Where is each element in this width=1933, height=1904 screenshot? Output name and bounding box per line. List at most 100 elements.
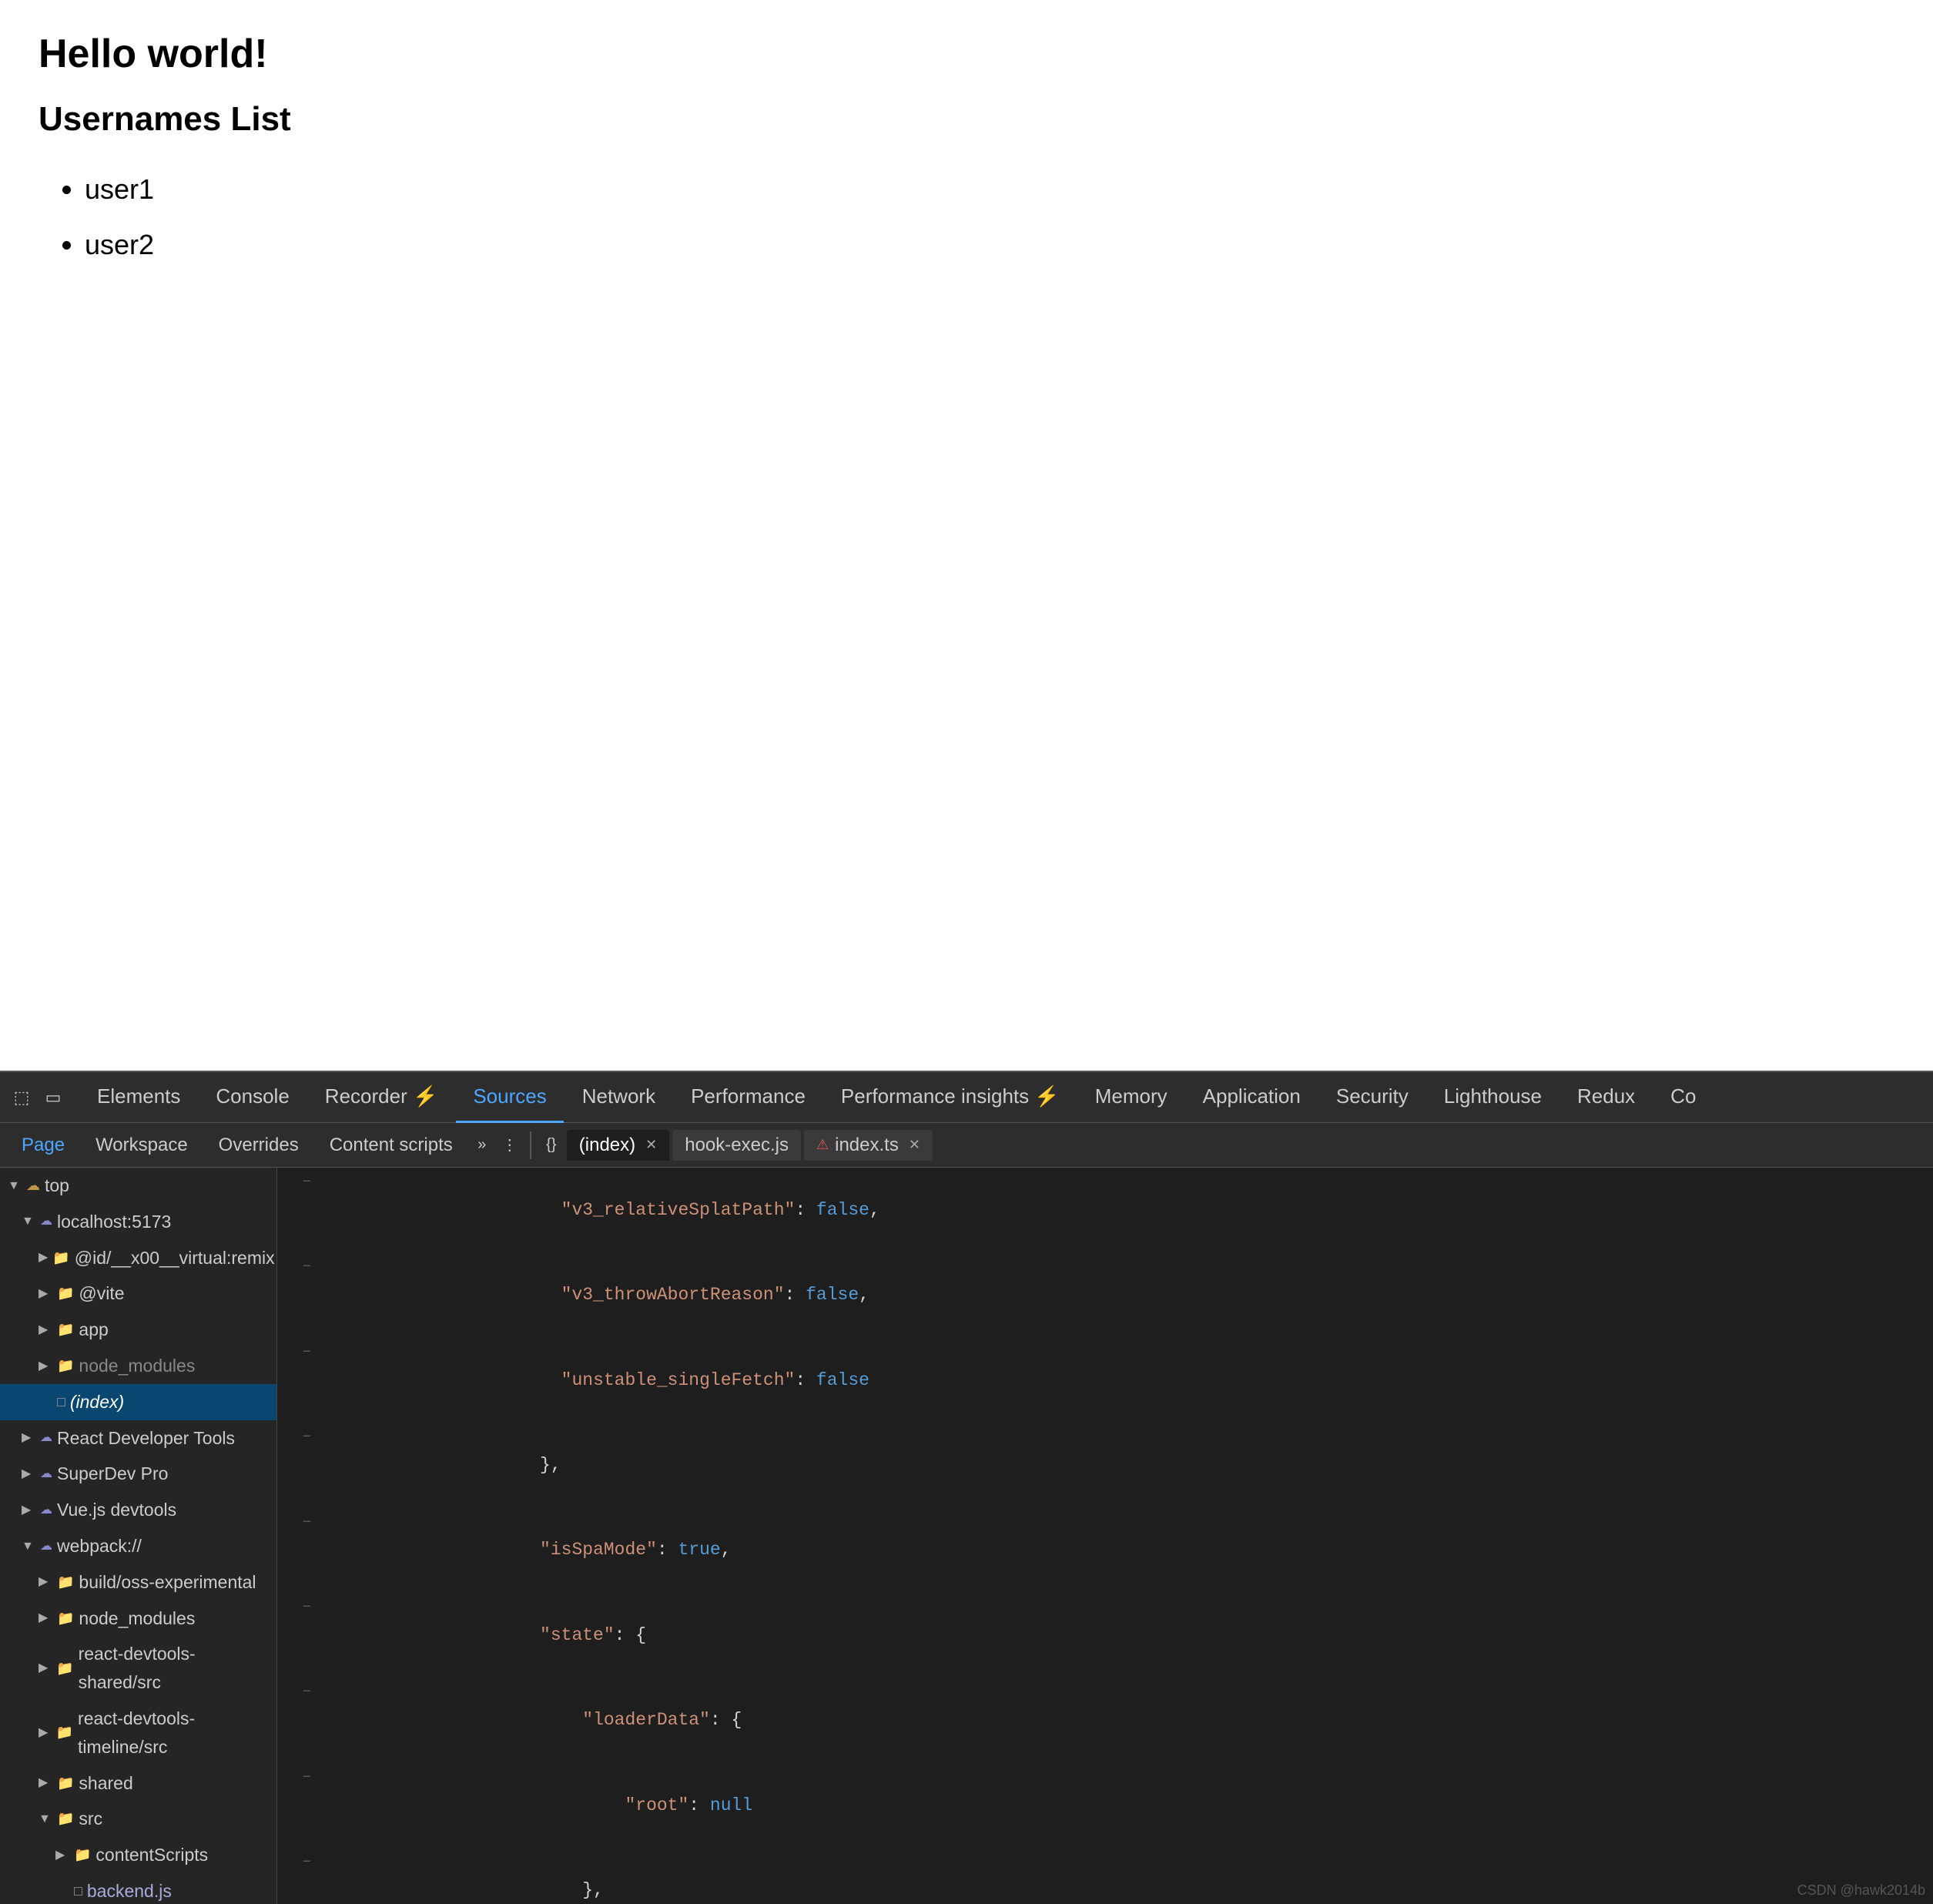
tree-item-localhost[interactable]: ▼ ☁ localhost:5173 [0, 1204, 276, 1240]
tree-item-rdt-shared[interactable]: ▶ 📁 react-devtools-shared/src [0, 1636, 276, 1701]
tree-item-label: SuperDev Pro [57, 1460, 168, 1488]
tab-application[interactable]: Application [1186, 1072, 1318, 1123]
line-content: "root": null [327, 1763, 752, 1848]
code-line: – "root": null [277, 1763, 1933, 1848]
tab-console[interactable]: Console [199, 1072, 306, 1123]
device-icon[interactable]: ▭ [39, 1084, 67, 1111]
user-list: user1 user2 [39, 162, 1894, 273]
line-number: – [285, 1763, 327, 1790]
code-line: – "isSpaMode": true, [277, 1508, 1933, 1593]
tree-item-shared[interactable]: ▶ 📁 shared [0, 1765, 276, 1802]
arrow-icon [39, 1392, 52, 1412]
file-tab-label: hook-exec.js [685, 1135, 789, 1156]
arrow-icon: ▶ [39, 1320, 52, 1340]
tree-item-src[interactable]: ▼ 📁 src [0, 1801, 276, 1837]
tree-item-label: build/oss-experimental [79, 1568, 256, 1597]
line-number: – [285, 1338, 327, 1365]
sources-subtoolbar: Page Workspace Overrides Content scripts… [0, 1123, 1933, 1168]
tree-item-node-modules2[interactable]: ▶ 📁 node_modules [0, 1601, 276, 1637]
folder-icon: 📁 [57, 1607, 74, 1630]
close-index-ts-tab[interactable]: ✕ [909, 1137, 920, 1153]
file-tab-label: (index) [579, 1135, 635, 1156]
arrow-icon: ▼ [22, 1537, 35, 1557]
folder-icon: 📁 [57, 1319, 74, 1341]
code-line: – "v3_relativeSplatPath": false, [277, 1168, 1933, 1252]
tab-sources[interactable]: Sources [456, 1072, 563, 1123]
tree-item-label: contentScripts [95, 1841, 208, 1869]
tab-network[interactable]: Network [565, 1072, 672, 1123]
chevron-right-icon[interactable]: » [470, 1133, 494, 1158]
tree-item-content-scripts[interactable]: ▶ 📁 contentScripts [0, 1837, 276, 1873]
tab-more[interactable]: Co [1653, 1072, 1713, 1123]
tree-item-app[interactable]: ▶ 📁 app [0, 1312, 276, 1348]
tab-security[interactable]: Security [1319, 1072, 1425, 1123]
tab-elements[interactable]: Elements [80, 1072, 197, 1123]
arrow-icon: ▶ [22, 1428, 35, 1448]
tree-item-label: src [79, 1805, 102, 1833]
arrow-icon: ▶ [39, 1248, 48, 1268]
more-icon[interactable]: ⋮ [497, 1133, 522, 1158]
tree-item-backend-js[interactable]: □ backend.js [0, 1873, 276, 1904]
tab-lighthouse[interactable]: Lighthouse [1427, 1072, 1559, 1123]
line-content: "v3_relativeSplatPath": false, [327, 1168, 880, 1252]
line-content: }, [327, 1423, 561, 1507]
tree-item-index[interactable]: □ (index) [0, 1384, 276, 1420]
folder-icon: 📁 [57, 1355, 74, 1377]
tree-item-vite[interactable]: ▶ 📁 @vite [0, 1275, 276, 1312]
tree-item-build[interactable]: ▶ 📁 build/oss-experimental [0, 1564, 276, 1601]
watermark: CSDN @hawk2014b [1797, 1882, 1925, 1899]
tree-item-label: backend.js [87, 1877, 172, 1904]
tree-item-webpack[interactable]: ▼ ☁ webpack:// [0, 1528, 276, 1564]
code-editor[interactable]: – "v3_relativeSplatPath": false, – "v3_t… [277, 1168, 1933, 1904]
tab-recorder[interactable]: Recorder ⚡ [308, 1072, 455, 1123]
cloud-icon: ☁ [40, 1212, 52, 1232]
line-content: "state": { [327, 1593, 646, 1678]
tree-item-superdev[interactable]: ▶ ☁ SuperDev Pro [0, 1456, 276, 1492]
tree-item-node-modules[interactable]: ▶ 📁 node_modules [0, 1348, 276, 1384]
file-tab-index[interactable]: (index) ✕ [567, 1130, 669, 1161]
cloud-icon: ☁ [40, 1537, 52, 1557]
subtab-page[interactable]: Page [8, 1128, 79, 1162]
tree-item-label: shared [79, 1769, 132, 1798]
arrow-icon: ▶ [39, 1356, 52, 1376]
line-content: "loaderData": { [327, 1678, 742, 1762]
tree-item-label: @vite [79, 1279, 124, 1308]
tab-performance[interactable]: Performance [674, 1072, 822, 1123]
folder-icon: 📁 [52, 1247, 69, 1269]
page-subtitle: Usernames List [39, 100, 1894, 139]
subtab-overrides[interactable]: Overrides [205, 1128, 313, 1162]
page-title: Hello world! [39, 31, 1894, 77]
code-line: – "state": { [277, 1593, 1933, 1678]
arrow-icon: ▶ [39, 1572, 52, 1592]
arrow-icon: ▶ [39, 1658, 52, 1678]
tree-item-remix[interactable]: ▶ 📁 @id/__x00__virtual:remix [0, 1240, 276, 1276]
file-tab-label: index.ts [835, 1135, 899, 1156]
subtab-content-scripts[interactable]: Content scripts [316, 1128, 467, 1162]
tree-item-label: webpack:// [57, 1532, 142, 1560]
tree-item-label: react-devtools-shared/src [79, 1640, 269, 1697]
tree-item-rdt-timeline[interactable]: ▶ 📁 react-devtools-timeline/src [0, 1701, 276, 1765]
file-tab-hook-exec[interactable]: hook-exec.js [672, 1130, 801, 1161]
line-number: – [285, 1508, 327, 1535]
tree-item-vuejs[interactable]: ▶ ☁ Vue.js devtools [0, 1492, 276, 1528]
folder-icon: 📁 [56, 1721, 73, 1744]
file-tab-index-ts[interactable]: ⚠ index.ts ✕ [804, 1130, 933, 1161]
code-line: – "v3_throwAbortReason": false, [277, 1252, 1933, 1337]
subtab-workspace[interactable]: Workspace [82, 1128, 202, 1162]
tree-item-label: react-devtools-timeline/src [78, 1705, 269, 1762]
line-content: "unstable_singleFetch": false [327, 1338, 869, 1423]
folder-icon: 📁 [57, 1571, 74, 1594]
inspect-icon[interactable]: ⬚ [8, 1084, 35, 1111]
tree-item-label: localhost:5173 [57, 1208, 171, 1236]
arrow-icon: ▼ [22, 1212, 35, 1232]
tree-item-react-devtools[interactable]: ▶ ☁ React Developer Tools [0, 1420, 276, 1456]
tab-redux[interactable]: Redux [1560, 1072, 1652, 1123]
tab-performance-insights[interactable]: Performance insights ⚡ [824, 1072, 1077, 1123]
line-number: – [285, 1423, 327, 1450]
close-index-tab[interactable]: ✕ [645, 1137, 657, 1153]
tree-item-label: Vue.js devtools [57, 1496, 176, 1524]
tree-item-top[interactable]: ▼ ☁ top [0, 1168, 276, 1204]
format-icon[interactable]: {} [539, 1133, 564, 1158]
tree-item-label: @id/__x00__virtual:remix [75, 1244, 275, 1272]
tab-memory[interactable]: Memory [1078, 1072, 1184, 1123]
